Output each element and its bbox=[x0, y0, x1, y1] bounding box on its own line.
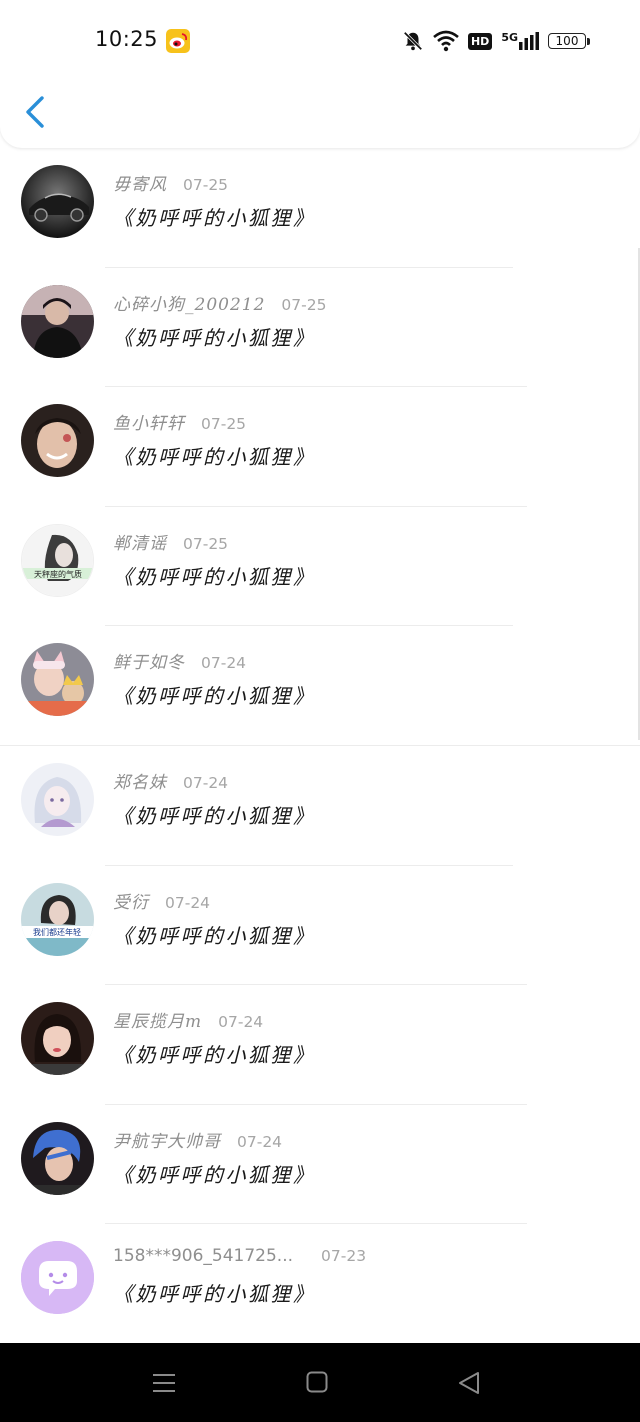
teal-portrait-photo: 我们都还年轻 bbox=[21, 882, 94, 956]
message-meta: 158***906_541725... 07-23 bbox=[113, 1246, 366, 1266]
girl-sketch-photo: 天秤座的气质 bbox=[22, 524, 93, 596]
sender-name: 鱼小轩轩 bbox=[113, 414, 185, 435]
battery-icon: 100 bbox=[548, 33, 590, 49]
status-time: 10:25 bbox=[95, 27, 159, 51]
status-icons: HD 5G 100 bbox=[402, 28, 590, 54]
sender-name: 毋寄风 bbox=[113, 175, 167, 195]
message-meta: 郸清谣 07-25 bbox=[113, 529, 228, 554]
kids-animal-ears-photo bbox=[21, 643, 94, 717]
message-meta: 心碎小狗_200212 07-25 bbox=[113, 290, 326, 315]
hd-badge-icon: HD bbox=[467, 32, 493, 50]
message-meta: 毋寄风 07-25 bbox=[113, 170, 228, 195]
list-item[interactable]: 郑名妹 07-24 《奶呼呼的小狐狸》 bbox=[0, 746, 640, 866]
sender-name: 郸清谣 bbox=[113, 533, 167, 554]
avatar[interactable] bbox=[21, 762, 94, 836]
message-date: 07-24 bbox=[201, 654, 247, 673]
avatar[interactable] bbox=[21, 165, 94, 238]
back-triangle-icon[interactable] bbox=[458, 1371, 480, 1395]
wifi-icon bbox=[433, 30, 459, 52]
system-nav-bar bbox=[0, 1343, 640, 1422]
avatar[interactable] bbox=[21, 643, 94, 717]
message-title: 《奶呼呼的小狐狸》 bbox=[113, 1043, 316, 1068]
list-item[interactable]: 尹航宇大帅哥 07-24 《奶呼呼的小狐狸》 bbox=[0, 1105, 640, 1225]
message-meta: 郑名妹 07-24 bbox=[113, 768, 228, 793]
message-date: 07-24 bbox=[183, 773, 229, 792]
message-meta: 尹航宇大帅哥 07-24 bbox=[113, 1127, 282, 1152]
avatar[interactable] bbox=[21, 284, 94, 358]
battery-level: 100 bbox=[548, 33, 586, 49]
message-date: 07-24 bbox=[237, 1132, 283, 1151]
pastel-anime-girl-photo bbox=[21, 762, 94, 836]
message-date: 07-23 bbox=[321, 1247, 367, 1266]
message-date: 07-24 bbox=[218, 1013, 264, 1032]
avatar[interactable] bbox=[21, 1121, 94, 1195]
message-meta: 鲜于如冬 07-24 bbox=[113, 648, 246, 673]
message-date: 07-25 bbox=[183, 534, 229, 553]
network-label: 5G bbox=[501, 31, 518, 44]
chevron-left-icon[interactable] bbox=[22, 94, 50, 130]
message-title: 《奶呼呼的小狐狸》 bbox=[113, 684, 316, 709]
5g-signal-icon: 5G bbox=[501, 32, 539, 50]
sender-name: 鲜于如冬 bbox=[113, 653, 185, 674]
sender-name: 尹航宇大帅哥 bbox=[113, 1131, 221, 1152]
black-sports-car-photo bbox=[21, 165, 94, 238]
mute-bell-icon bbox=[403, 31, 423, 51]
avatar[interactable] bbox=[21, 1002, 94, 1076]
list-item[interactable]: 毋寄风 07-25 《奶呼呼的小狐狸》 bbox=[0, 148, 640, 268]
avatar[interactable]: 天秤座的气质 bbox=[21, 523, 94, 597]
message-title: 《奶呼呼的小狐狸》 bbox=[113, 325, 316, 350]
message-title: 《奶呼呼的小狐狸》 bbox=[113, 206, 316, 230]
sender-name: 受衍 bbox=[113, 892, 149, 913]
default-chat-bubble-avatar bbox=[21, 1241, 94, 1315]
message-title: 《奶呼呼的小狐狸》 bbox=[113, 923, 316, 948]
avatar[interactable]: 我们都还年轻 bbox=[21, 882, 94, 956]
message-title: 《奶呼呼的小狐狸》 bbox=[113, 564, 316, 589]
list-item[interactable]: 天秤座的气质 郸清谣 07-25 《奶呼呼的小狐狸》 bbox=[0, 507, 640, 627]
menu-icon[interactable] bbox=[152, 1371, 176, 1395]
young-man-dark-photo bbox=[21, 284, 94, 358]
girl-selfie-photo bbox=[21, 1002, 94, 1076]
message-meta: 受衍 07-24 bbox=[113, 888, 210, 913]
message-title: 《奶呼呼的小狐狸》 bbox=[113, 1162, 316, 1187]
message-meta: 星辰揽月m 07-24 bbox=[113, 1007, 263, 1032]
home-square-icon[interactable] bbox=[306, 1371, 328, 1393]
signal-bars-icon bbox=[519, 32, 539, 50]
avatar-caption: 天秤座的气质 bbox=[34, 569, 82, 579]
smiling-boy-photo bbox=[21, 404, 94, 478]
list-item[interactable]: 鱼小轩轩 07-25 《奶呼呼的小狐狸》 bbox=[0, 387, 640, 507]
message-title: 《奶呼呼的小狐狸》 bbox=[113, 445, 316, 470]
sender-name: 心碎小狗_200212 bbox=[113, 294, 266, 315]
list-item[interactable]: 鲜于如冬 07-24 《奶呼呼的小狐狸》 bbox=[0, 626, 640, 746]
list-item[interactable]: 158***906_541725... 07-23 《奶呼呼的小狐狸》 bbox=[0, 1224, 640, 1344]
list-item[interactable]: 心碎小狗_200212 07-25 《奶呼呼的小狐狸》 bbox=[0, 268, 640, 388]
sender-name: 星辰揽月m bbox=[113, 1012, 203, 1033]
message-title: 《奶呼呼的小狐狸》 bbox=[113, 803, 316, 828]
message-date: 07-25 bbox=[201, 415, 247, 434]
blue-hair-boy-photo bbox=[21, 1121, 94, 1195]
sender-name: 郑名妹 bbox=[113, 772, 167, 793]
message-meta: 鱼小轩轩 07-25 bbox=[113, 409, 246, 434]
header-bar: 10:25 HD 5G 100 bbox=[0, 0, 640, 148]
sender-name: 158***906_541725... bbox=[113, 1246, 294, 1267]
avatar-caption: 我们都还年轻 bbox=[33, 927, 81, 937]
message-date: 07-25 bbox=[183, 176, 229, 194]
message-title: 《奶呼呼的小狐狸》 bbox=[113, 1282, 316, 1307]
list-item[interactable]: 星辰揽月m 07-24 《奶呼呼的小狐狸》 bbox=[0, 985, 640, 1105]
avatar[interactable] bbox=[21, 1241, 94, 1315]
avatar[interactable] bbox=[21, 404, 94, 478]
weibo-icon bbox=[166, 29, 190, 53]
list-item[interactable]: 我们都还年轻 受衍 07-24 《奶呼呼的小狐狸》 bbox=[0, 866, 640, 986]
message-date: 07-25 bbox=[281, 295, 327, 314]
message-list: 毋寄风 07-25 《奶呼呼的小狐狸》 心碎小狗_200212 07-25 《奶呼呼… bbox=[0, 148, 640, 1344]
message-date: 07-24 bbox=[165, 893, 211, 912]
